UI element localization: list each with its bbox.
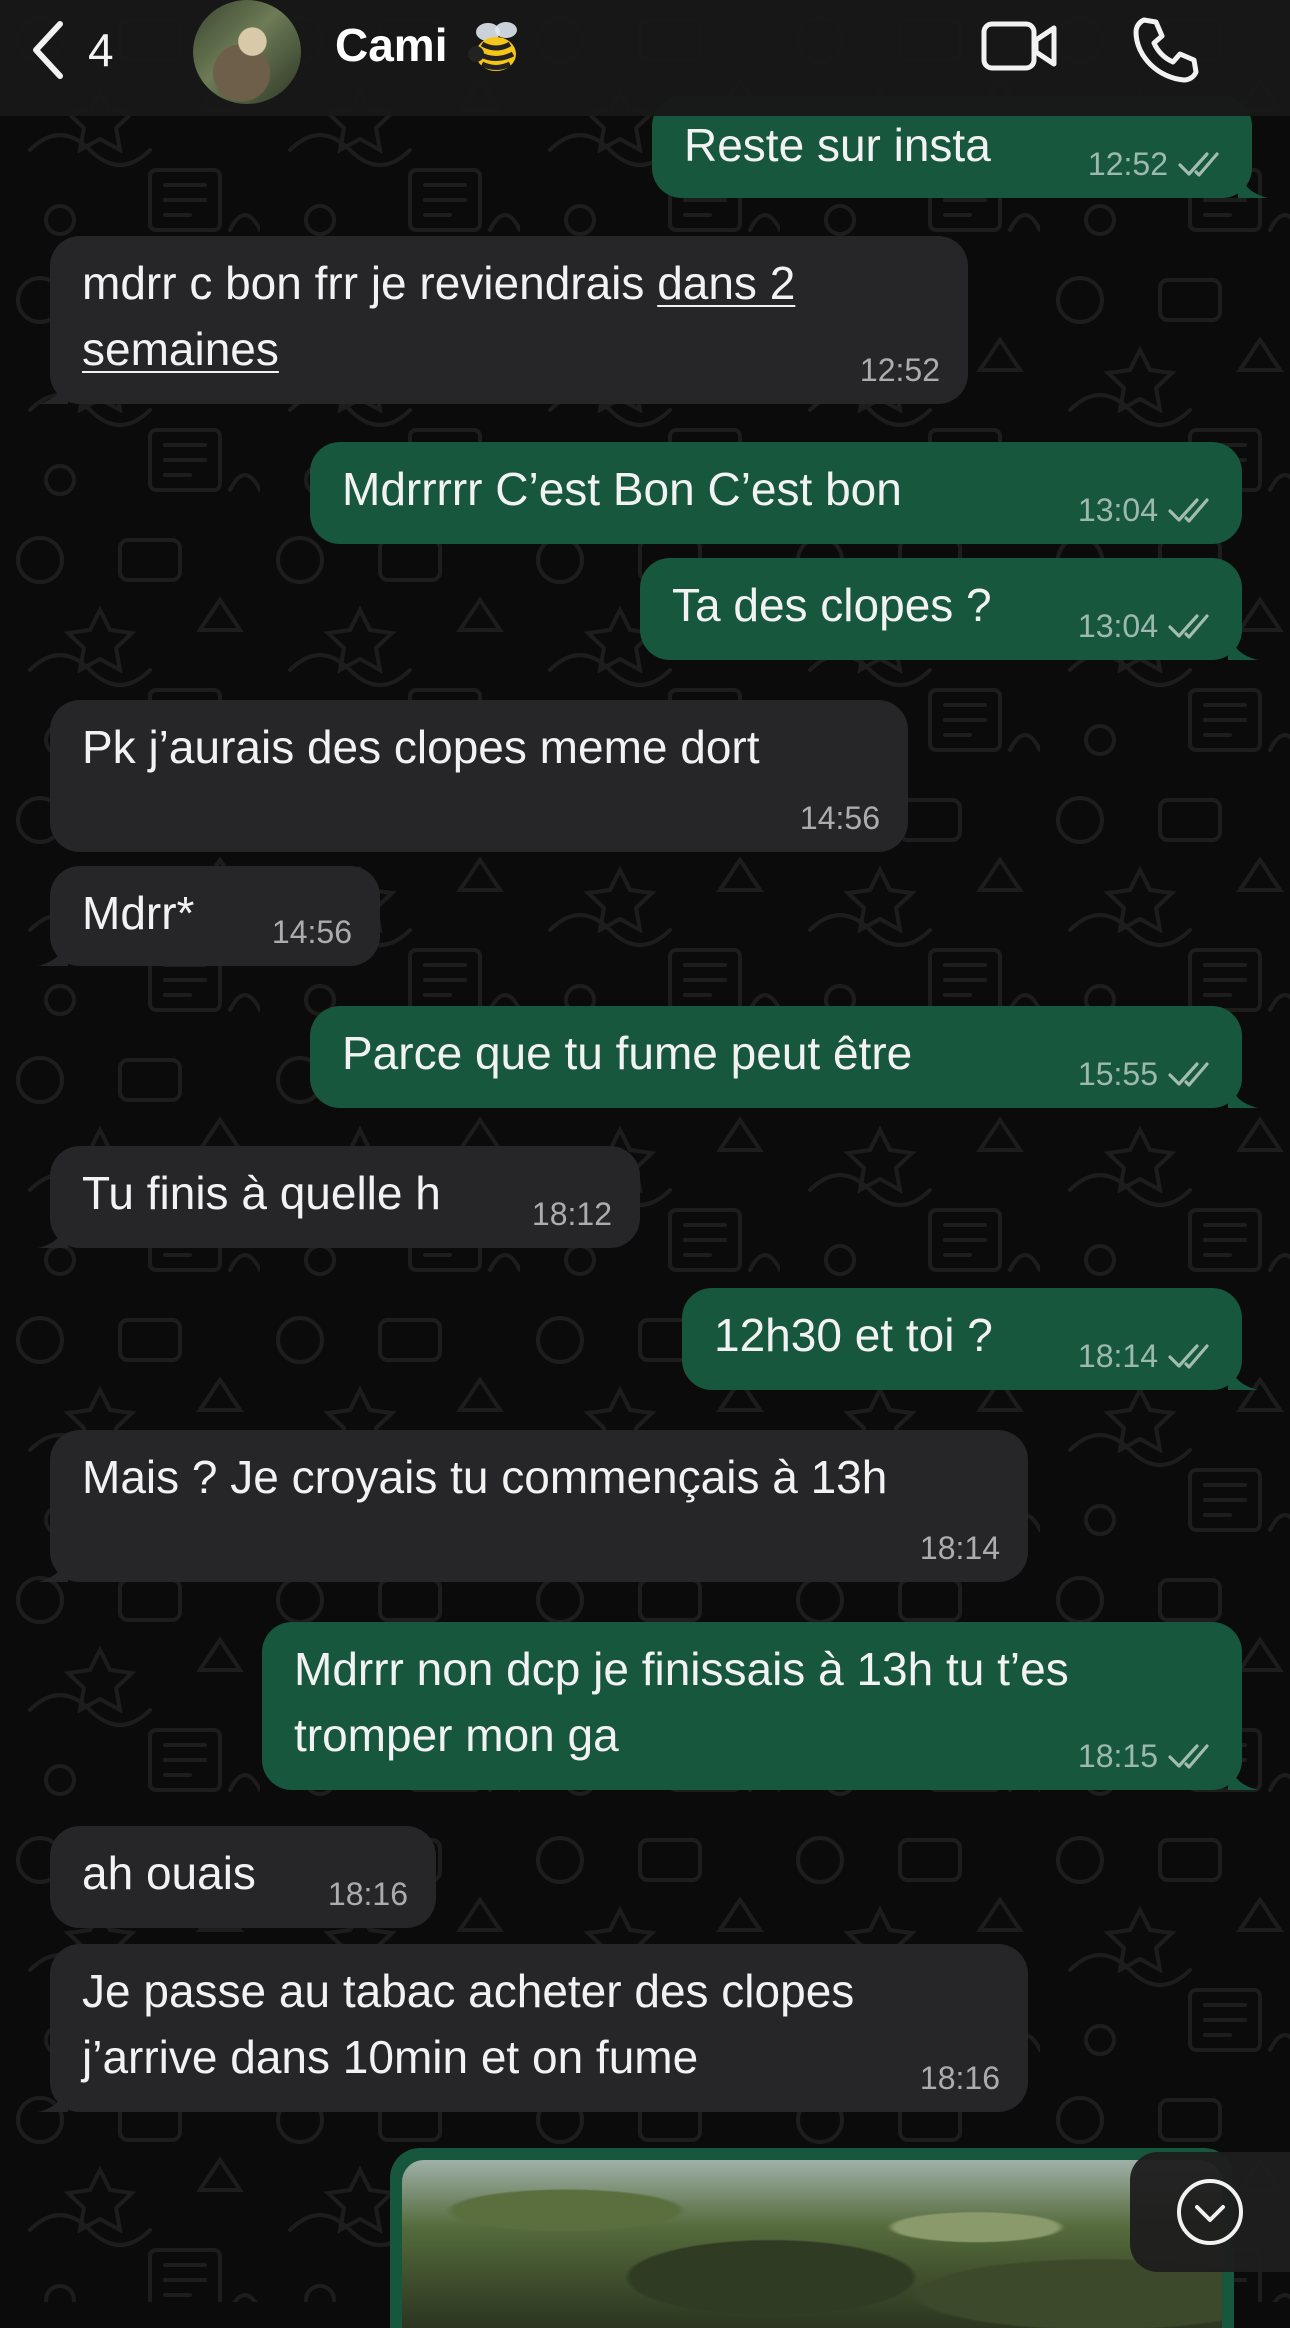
bubble-tail (1238, 168, 1268, 198)
message-time: 14:56 (799, 800, 880, 836)
message-time: 18:14 (1077, 1338, 1158, 1374)
message-bubble-outgoing[interactable]: 12h30 et toi ? 18:14 (682, 1288, 1258, 1390)
double-check-icon (1168, 614, 1209, 639)
message-time: 18:14 (919, 1530, 1000, 1566)
bubble-tail (38, 936, 68, 966)
message-time: 13:04 (1077, 492, 1158, 528)
message-bubble-incoming[interactable]: Tu finis à quelle h 18:12 (38, 1146, 640, 1248)
message-meta: 12:52 (860, 350, 940, 390)
avatar[interactable] (193, 0, 301, 104)
message-meta: 18:14 (1078, 1336, 1214, 1376)
message-bubble-outgoing[interactable]: Parce que tu fume peut être 15:55 (310, 1006, 1258, 1108)
back-button[interactable]: 4 (28, 14, 114, 86)
message-time: 13:04 (1077, 608, 1158, 644)
chevron-left-icon (33, 21, 63, 79)
double-check-icon (1168, 1344, 1209, 1369)
message-meta: 18:16 (328, 1874, 408, 1914)
video-camera-icon[interactable] (980, 18, 1060, 74)
message-meta: 13:04 (1078, 490, 1214, 530)
message-text: 12h30 et toi ? (714, 1309, 993, 1361)
double-check-icon (1178, 152, 1219, 177)
message-time: 15:55 (1077, 1056, 1158, 1092)
message-meta: 13:04 (1078, 606, 1214, 646)
message-text: Mdrrr non dcp je finissais à 13h tu t’es… (294, 1643, 1069, 1761)
phone-icon[interactable] (1130, 14, 1200, 84)
message-time: 12:52 (1087, 146, 1168, 182)
message-meta: 14:56 (800, 798, 880, 838)
message-meta: 18:15 (1078, 1736, 1214, 1776)
message-list[interactable]: Reste sur insta 12:52 mdrr c bon frr je … (0, 0, 1290, 2328)
message-text: Ta des clopes ? (672, 579, 992, 631)
message-meta: 15:55 (1078, 1054, 1214, 1094)
message-meta: 18:12 (532, 1194, 612, 1234)
message-text: Mais ? Je croyais tu commençais à 13h (82, 1451, 888, 1503)
image-icon[interactable] (402, 2160, 1222, 2328)
bubble-tail (38, 1552, 68, 1582)
message-meta: 18:16 (920, 2058, 1000, 2098)
message-text: mdrr c bon frr je reviendrais dans 2 sem… (82, 250, 795, 382)
chevron-down-circle-icon (1177, 2179, 1243, 2245)
image-message[interactable] (390, 2148, 1234, 2328)
scroll-down-button[interactable] (1130, 2152, 1290, 2272)
message-meta: 18:14 (920, 1528, 1000, 1568)
message-text: Mdrrrrr C’est Bon C’est bon (342, 463, 902, 515)
double-check-icon (1168, 498, 1209, 523)
message-time: 18:16 (327, 1876, 408, 1912)
message-time: 14:56 (271, 914, 352, 950)
message-bubble-incoming[interactable]: Je passe au tabac acheter des clopes j’a… (38, 1944, 1028, 2112)
bubble-tail (1228, 1078, 1258, 1108)
message-text-plain: mdrr c bon frr je reviendrais (82, 257, 658, 309)
message-bubble-incoming[interactable]: ah ouais 18:16 (50, 1826, 436, 1928)
bee-icon (468, 22, 517, 71)
bubble-tail (1228, 1760, 1258, 1790)
chat-header: 4 Cami (0, 0, 1290, 116)
bubble-tail (1228, 1360, 1258, 1390)
message-time: 18:15 (1077, 1738, 1158, 1774)
double-check-icon (1168, 1744, 1209, 1769)
contact-name[interactable]: Cami (335, 18, 447, 72)
double-check-icon (1168, 1062, 1209, 1087)
message-bubble-outgoing[interactable]: Mdrrrrr C’est Bon C’est bon 13:04 (310, 442, 1242, 544)
bubble-tail (38, 2082, 68, 2112)
message-bubble-outgoing[interactable]: Mdrrr non dcp je finissais à 13h tu t’es… (262, 1622, 1258, 1790)
message-text: Parce que tu fume peut être (342, 1027, 913, 1079)
message-bubble-incoming[interactable]: mdrr c bon frr je reviendrais dans 2 sem… (38, 236, 968, 404)
message-bubble-incoming[interactable]: Mdrr* 14:56 (38, 866, 380, 966)
message-time: 18:12 (531, 1196, 612, 1232)
message-text: Mdrr* (82, 887, 195, 939)
bubble-tail (38, 374, 68, 404)
unread-count: 4 (88, 24, 114, 76)
bubble-tail (38, 1218, 68, 1248)
bubble-tail (1228, 630, 1258, 660)
message-text: ah ouais (82, 1847, 256, 1899)
message-meta: 14:56 (272, 912, 352, 952)
message-text: Tu finis à quelle h (82, 1167, 441, 1219)
message-text: Pk j’aurais des clopes meme dort (82, 721, 760, 773)
message-time: 18:16 (919, 2060, 1000, 2096)
message-bubble-outgoing[interactable]: Ta des clopes ? 13:04 (640, 558, 1258, 660)
message-text: Reste sur insta (684, 119, 991, 171)
message-bubble-incoming[interactable]: Mais ? Je croyais tu commençais à 13h 18… (38, 1430, 1028, 1582)
message-meta: 12:52 (1088, 144, 1224, 184)
message-text: Je passe au tabac acheter des clopes j’a… (82, 1965, 855, 2083)
message-time: 12:52 (859, 352, 940, 388)
message-bubble-incoming[interactable]: Pk j’aurais des clopes meme dort 14:56 (50, 700, 908, 852)
